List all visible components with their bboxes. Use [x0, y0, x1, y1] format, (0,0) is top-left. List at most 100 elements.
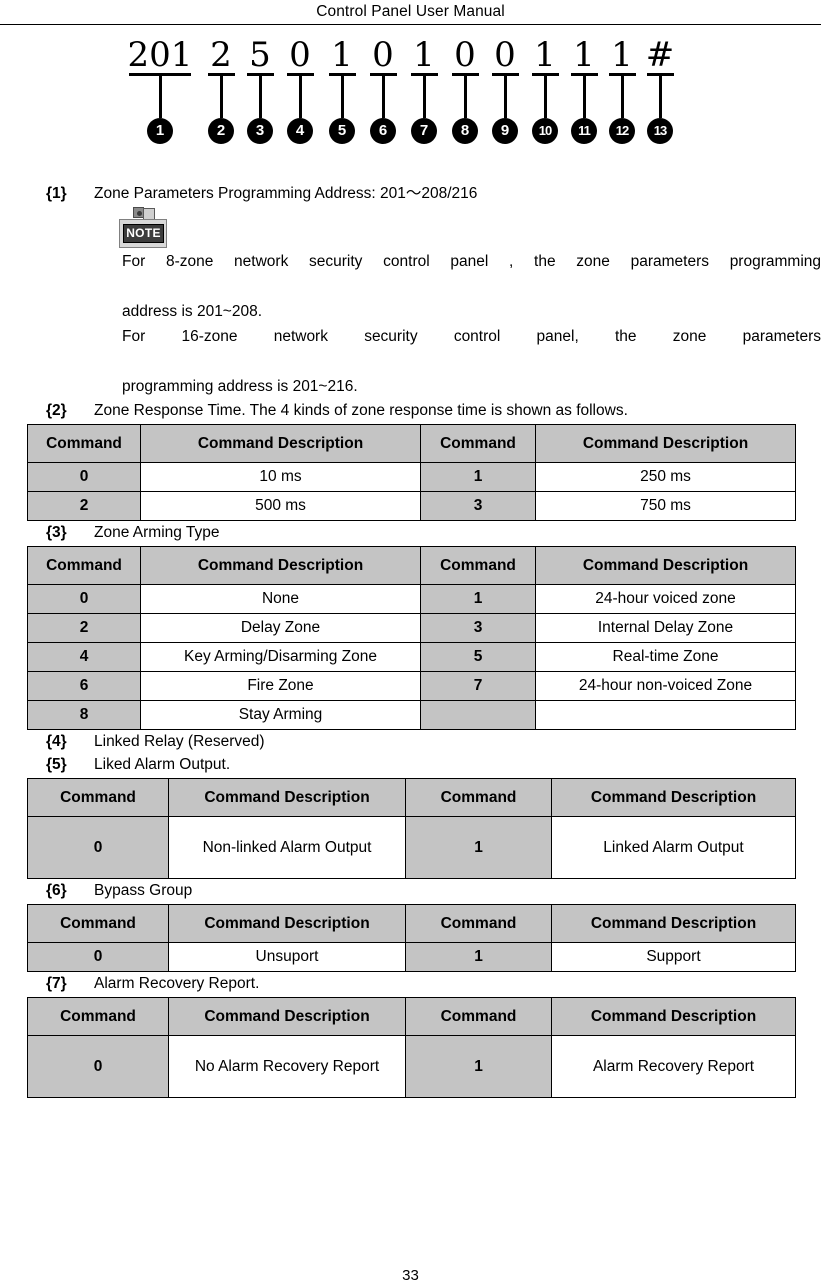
diagram-segment-12: 1 12	[605, 37, 639, 144]
diagram-digits-9: 0	[494, 35, 516, 75]
column-header-2: Command Description	[168, 778, 406, 817]
diagram-leader-line-11	[582, 76, 586, 118]
diagram-marker-10: 10	[532, 118, 558, 144]
command-description-cell: Real-time Zone	[535, 642, 796, 672]
item-2-text: Zone Response Time. The 4 kinds of zone …	[94, 402, 628, 419]
list-item-2: {2} Zone Response Time. The 4 kinds of z…	[0, 399, 821, 422]
command-code-cell: 3	[420, 491, 536, 521]
column-header-3: Command	[420, 424, 536, 463]
diagram-segment-1: 201 1	[126, 37, 194, 144]
note-label: NOTE	[123, 224, 164, 243]
note-line-3: For 16-zone network security control pan…	[122, 328, 821, 345]
command-code-cell: 1	[420, 462, 536, 492]
table-header-row: Command Command Description Command Command…	[27, 546, 796, 585]
list-item-6: {6} Bypass Group	[0, 879, 821, 902]
column-header-1: Command	[27, 546, 141, 585]
column-header-3: Command	[405, 904, 552, 943]
diagram-digits-3: 5	[249, 35, 271, 75]
item-2-key: {2}	[46, 402, 67, 419]
column-header-4: Command Description	[535, 546, 796, 585]
column-header-1: Command	[27, 997, 169, 1036]
diagram-segment-4: 04	[283, 37, 317, 144]
table-linked-alarm-output: Command Command Description Command Command…	[27, 778, 796, 879]
item-7-key: {7}	[46, 975, 67, 992]
table-row: 0 Non-linked Alarm Output 1 Linked Alarm Ou…	[27, 816, 796, 879]
list-item-7: {7} Alarm Recovery Report.	[0, 972, 821, 995]
diagram-segment-8: 08	[448, 37, 482, 144]
note-line-1: For 8-zone network security control pane…	[122, 253, 821, 270]
column-header-4: Command Description	[551, 997, 796, 1036]
note-paragraph-2b: programming address is 201~216.	[122, 374, 821, 399]
diagram-leader-line-4	[298, 76, 302, 118]
table-bypass-group: Command Command Description Command Command…	[27, 904, 796, 972]
diagram-leader-line-9	[503, 76, 507, 118]
diagram-marker-12: 12	[609, 118, 635, 144]
command-code-cell: 1	[405, 1035, 552, 1098]
command-description-cell: Delay Zone	[140, 613, 421, 643]
diagram-leader-line-8	[463, 76, 467, 118]
table-header-row: Command Command Description Command Command…	[27, 778, 796, 817]
note-text: For 8-zone network security control pane…	[122, 249, 821, 399]
diagram-digits-10: 1	[534, 35, 556, 75]
column-header-4: Command Description	[551, 904, 796, 943]
diagram-digits-12: 1	[611, 35, 633, 75]
command-code-cell: 4	[27, 642, 141, 672]
command-description-cell: 750 ms	[535, 491, 796, 521]
diagram-marker-3: 3	[247, 118, 273, 144]
list-item-5: {5} Liked Alarm Output.	[0, 753, 821, 776]
command-description-cell: 10 ms	[140, 462, 421, 492]
column-header-1: Command	[27, 778, 169, 817]
command-description-cell: 500 ms	[140, 491, 421, 521]
column-header-4: Command Description	[551, 778, 796, 817]
diagram-marker-4: 4	[287, 118, 313, 144]
table-row: 0 Unsuport 1 Support	[27, 942, 796, 972]
note-paragraph-1b: address is 201~208.	[122, 299, 821, 324]
diagram-leader-line-1	[158, 76, 162, 118]
column-header-2: Command Description	[140, 424, 421, 463]
note-paragraph-2: For 16-zone network security control pan…	[122, 324, 821, 374]
command-code-cell: 7	[420, 671, 536, 701]
column-header-3: Command	[420, 546, 536, 585]
command-string-diagram: 201 1 2 2 5 3 0 4 1 5 0 6 1 7 0 8 0 9 1 10 1 11 1 12 #13	[0, 37, 821, 182]
diagram-digits-7: 1	[413, 35, 435, 75]
diagram-marker-1: 1	[147, 118, 173, 144]
table-cell-empty	[535, 700, 796, 730]
command-code-cell: 3	[420, 613, 536, 643]
list-item-1: {1} Zone Parameters Programming Address:…	[0, 182, 821, 205]
command-code-cell: 0	[27, 816, 169, 879]
diagram-leader-line-7	[422, 76, 426, 118]
command-description-cell: Non-linked Alarm Output	[168, 816, 406, 879]
table-row: 8 Stay Arming	[27, 700, 796, 730]
diagram-segment-9: 09	[488, 37, 522, 144]
diagram-digits-8: 0	[454, 35, 476, 75]
command-code-cell: 8	[27, 700, 141, 730]
command-code-cell: 2	[27, 613, 141, 643]
diagram-digits-2: 2	[210, 35, 232, 75]
command-description-cell: Internal Delay Zone	[535, 613, 796, 643]
diagram-segment-3: 53	[243, 37, 277, 144]
column-header-1: Command	[27, 904, 169, 943]
table-cell-empty	[420, 700, 536, 730]
item-3-key: {3}	[46, 524, 67, 541]
note-icon: NOTE	[115, 207, 171, 249]
command-description-cell: Stay Arming	[140, 700, 421, 730]
diagram-segment-7: 17	[407, 37, 441, 144]
command-description-cell: Support	[551, 942, 796, 972]
command-code-cell: 0	[27, 584, 141, 614]
item-3-text: Zone Arming Type	[94, 524, 220, 541]
command-description-cell: 24-hour voiced zone	[535, 584, 796, 614]
item-1-text: Zone Parameters Programming Address: 201…	[94, 185, 478, 202]
table-row: 0 No Alarm Recovery Report 1 Alarm Recovery…	[27, 1035, 796, 1098]
table-header-row: Command Command Description Command Command…	[27, 904, 796, 943]
item-6-text: Bypass Group	[94, 882, 193, 899]
command-code-cell: 2	[27, 491, 141, 521]
command-code-cell: 1	[405, 942, 552, 972]
command-description-cell: Unsuport	[168, 942, 406, 972]
diagram-marker-2: 2	[208, 118, 234, 144]
table-row: 6 Fire Zone 7 24-hour non-voiced Zone	[27, 671, 796, 701]
command-description-cell: Alarm Recovery Report	[551, 1035, 796, 1098]
table-header-row: Command Command Description Command Command…	[27, 997, 796, 1036]
table-zone-arming-type: Command Command Description Command Command…	[27, 546, 796, 730]
diagram-digits-6: 0	[372, 35, 394, 75]
command-code-cell: 6	[27, 671, 141, 701]
